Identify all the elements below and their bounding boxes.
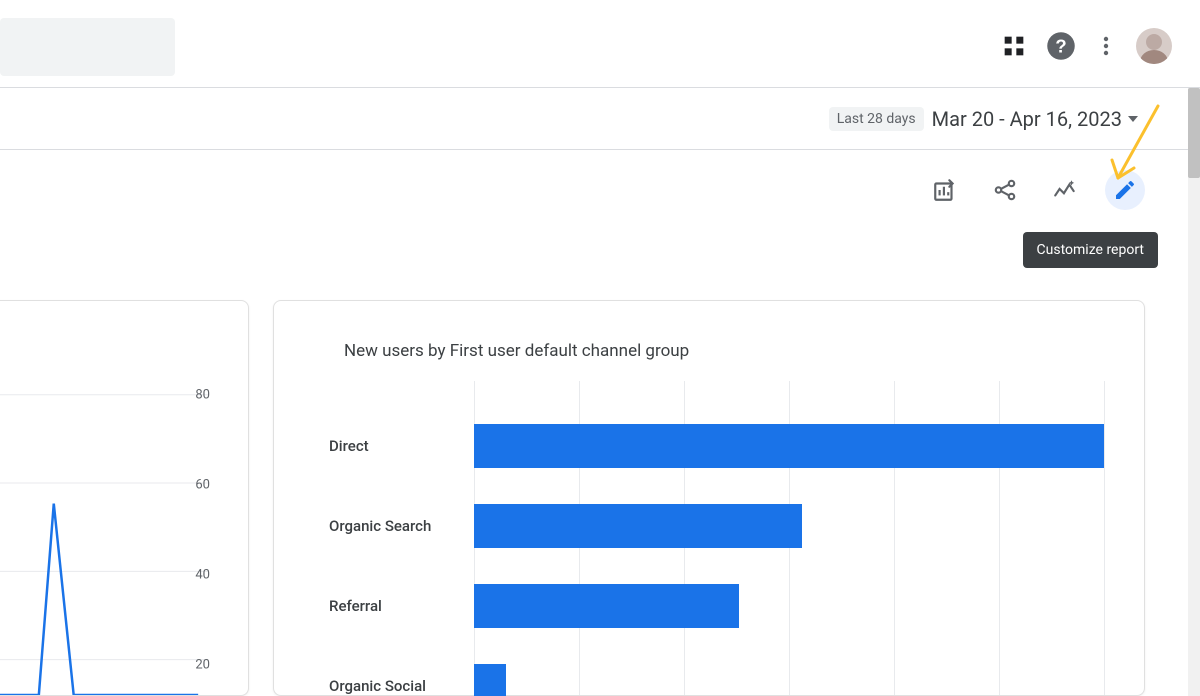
bar-chart-area: Direct Organic Search Referral Organic S… bbox=[329, 381, 1104, 695]
date-range-label[interactable]: Mar 20 - Apr 16, 2023 bbox=[932, 107, 1122, 131]
customize-report-tooltip: Customize report bbox=[1023, 232, 1158, 268]
bar-label: Direct bbox=[329, 437, 474, 455]
line-chart-card: 80 60 40 20 bbox=[0, 300, 249, 696]
y-tick: 80 bbox=[195, 388, 210, 403]
bar-label: Organic Social bbox=[329, 677, 474, 695]
global-header: ? bbox=[0, 0, 1200, 88]
bar-chart-title: New users by First user default channel … bbox=[344, 341, 689, 361]
share-icon[interactable] bbox=[985, 170, 1025, 210]
svg-text:?: ? bbox=[1055, 35, 1066, 56]
insights-sparkle-icon[interactable] bbox=[1045, 170, 1085, 210]
scrollbar[interactable] bbox=[1188, 88, 1200, 696]
date-range-bar: Last 28 days Mar 20 - Apr 16, 2023 bbox=[0, 88, 1188, 150]
date-preset-chip[interactable]: Last 28 days bbox=[829, 107, 924, 131]
bar-label: Organic Search bbox=[329, 517, 474, 535]
customize-report-button[interactable] bbox=[1105, 170, 1145, 210]
bar-fill bbox=[474, 504, 802, 548]
chevron-down-icon[interactable] bbox=[1128, 116, 1138, 122]
apps-grid-icon[interactable] bbox=[1000, 32, 1028, 60]
bar-row: Organic Social bbox=[329, 661, 1104, 696]
more-vert-icon[interactable] bbox=[1094, 32, 1118, 60]
edit-chart-icon[interactable] bbox=[925, 170, 965, 210]
bar-row: Direct bbox=[329, 421, 1104, 471]
line-chart-svg bbox=[0, 381, 238, 695]
avatar[interactable] bbox=[1136, 28, 1172, 64]
y-tick: 40 bbox=[195, 568, 210, 583]
search-box-placeholder[interactable] bbox=[0, 18, 175, 76]
bar-chart-card: New users by First user default channel … bbox=[273, 300, 1145, 696]
bar-fill bbox=[474, 664, 506, 696]
header-icon-group: ? bbox=[1000, 28, 1172, 64]
bar-row: Organic Search bbox=[329, 501, 1104, 551]
bar-fill bbox=[474, 584, 739, 628]
bar-row: Referral bbox=[329, 581, 1104, 631]
bar-label: Referral bbox=[329, 597, 474, 615]
bar-fill bbox=[474, 424, 1104, 468]
y-tick: 20 bbox=[195, 658, 210, 673]
scrollbar-thumb[interactable] bbox=[1188, 88, 1200, 178]
help-icon[interactable]: ? bbox=[1046, 31, 1076, 61]
line-chart-area: 80 60 40 20 bbox=[0, 381, 238, 695]
report-tool-row bbox=[925, 170, 1145, 210]
report-cards-row: 80 60 40 20 New users by First user defa… bbox=[0, 300, 1145, 696]
y-tick: 60 bbox=[195, 478, 210, 493]
